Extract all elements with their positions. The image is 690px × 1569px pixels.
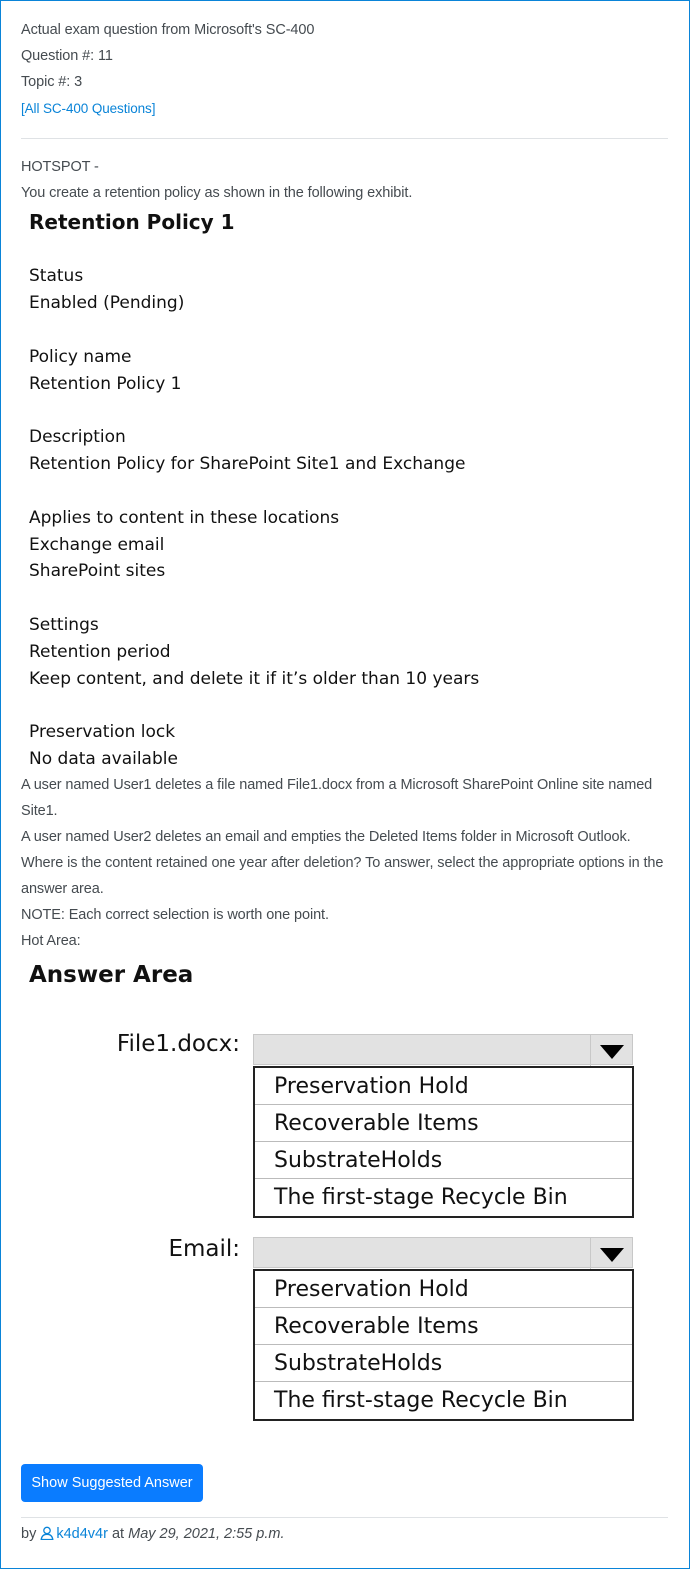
all-questions-link[interactable]: [All SC-400 Questions] [21,101,155,116]
preservation-lock-label: Preservation lock [29,722,176,742]
settings-label: Settings [29,615,99,635]
email-options-list: Preservation Hold Recoverable Items Subs… [253,1269,634,1421]
location-exchange: Exchange email [29,535,165,555]
topic-number: Topic #: 3 [21,74,83,90]
post-date: May 29, 2021, 2:55 p.m. [128,1526,285,1542]
file-label: File1.docx: [116,1031,240,1057]
question-type: HOTSPOT - [21,159,99,175]
locations-label: Applies to content in these locations [29,508,340,528]
exhibit-title: Retention Policy 1 [29,210,235,234]
triangle-down-icon [600,1248,624,1262]
retention-period-value: Keep content, and delete it if it’s olde… [29,669,480,689]
email-option[interactable]: The first-stage Recycle Bin [255,1382,632,1419]
file-dropdown[interactable] [253,1034,633,1066]
email-option[interactable]: Recoverable Items [255,1308,632,1345]
question-number: Question #: 11 [21,48,113,64]
question-note: NOTE: Each correct selection is worth on… [21,907,329,923]
file-option[interactable]: SubstrateHolds [255,1142,632,1179]
question-body-2: A user named User2 deletes an email and … [21,829,631,845]
policy-name-value: Retention Policy 1 [29,374,182,394]
hot-area-label: Hot Area: [21,933,81,949]
description-value: Retention Policy for SharePoint Site1 an… [29,454,466,474]
status-value: Enabled (Pending) [29,293,185,313]
question-body-3: Where is the content retained one year a… [21,855,664,871]
status-label: Status [29,266,84,286]
location-sharepoint: SharePoint sites [29,561,166,581]
file-option[interactable]: The first-stage Recycle Bin [255,1179,632,1216]
description-label: Description [29,427,126,447]
dropdown-button[interactable] [590,1238,632,1269]
divider [21,138,668,139]
file-options-list: Preservation Hold Recoverable Items Subs… [253,1066,634,1218]
divider [21,1517,668,1518]
policy-name-label: Policy name [29,347,132,367]
email-dropdown[interactable] [253,1237,633,1269]
email-label: Email: [168,1236,240,1262]
triangle-down-icon [600,1045,624,1059]
retention-period-label: Retention period [29,642,171,662]
question-body-1-cont: Site1. [21,803,58,819]
exam-source: Actual exam question from Microsoft's SC… [21,22,315,38]
at-text: at [111,1526,125,1542]
show-suggested-answer-button[interactable]: Show Suggested Answer [21,1464,203,1502]
file-option[interactable]: Preservation Hold [255,1068,632,1105]
email-option[interactable]: SubstrateHolds [255,1345,632,1382]
file-option[interactable]: Recoverable Items [255,1105,632,1142]
by-text: by [21,1526,37,1542]
question-body-3-cont: answer area. [21,881,104,897]
question-intro: You create a retention policy as shown i… [21,185,413,201]
email-option[interactable]: Preservation Hold [255,1271,632,1308]
answer-area-title: Answer Area [29,962,194,988]
preservation-lock-value: No data available [29,749,178,769]
user-icon [40,1526,54,1540]
question-body-1: A user named User1 deletes a file named … [21,777,653,793]
post-footer: by k4d4v4r at May 29, 2021, 2:55 p.m. [21,1526,284,1542]
dropdown-button[interactable] [590,1035,632,1066]
author-link[interactable]: k4d4v4r [56,1526,108,1542]
